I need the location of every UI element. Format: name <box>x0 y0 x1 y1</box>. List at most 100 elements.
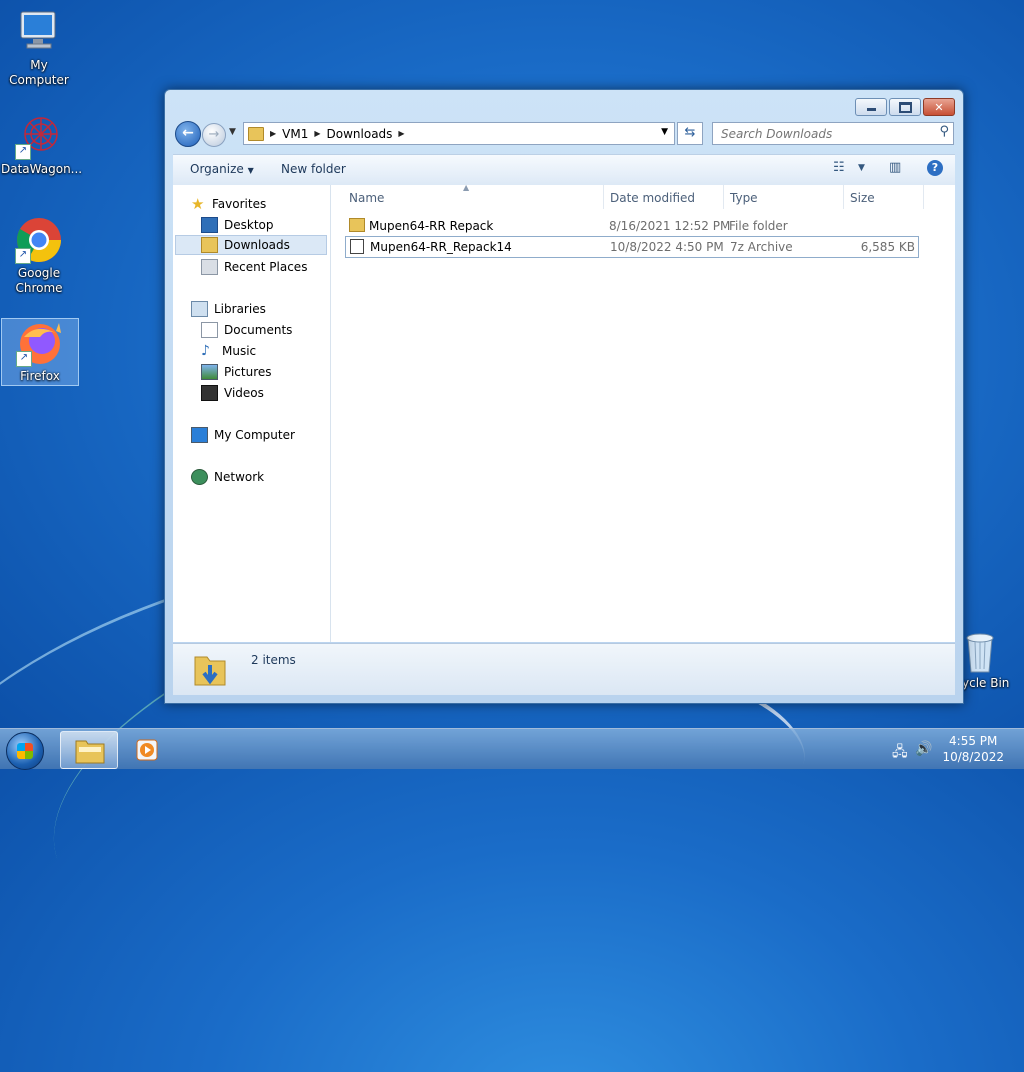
address-bar[interactable]: ▶ VM1 ▶ Downloads ▶ ▼ <box>243 122 675 145</box>
view-options-icon[interactable]: ☷ <box>833 160 845 175</box>
close-button[interactable]: ✕ <box>923 98 955 116</box>
taskbar-media-player-button[interactable] <box>124 731 170 767</box>
start-button[interactable] <box>6 732 44 770</box>
nav-recent-places[interactable]: Recent Places <box>201 257 307 277</box>
chrome-icon: ↗ <box>15 216 63 264</box>
shortcut-arrow-icon: ↗ <box>15 248 31 264</box>
nav-favorites[interactable]: ★ Favorites <box>191 194 266 214</box>
column-header-size[interactable]: Size <box>850 191 875 205</box>
libraries-icon <box>191 301 208 317</box>
firefox-icon: ↗ <box>16 319 64 367</box>
nav-label: Pictures <box>224 365 272 379</box>
nav-label: Documents <box>224 323 293 337</box>
details-pane: 2 items <box>173 643 955 695</box>
taskbar: 🖧 🔊 4:55 PM 10/8/2022 <box>0 728 1024 770</box>
clock[interactable]: 4:55 PM 10/8/2022 <box>942 733 1004 765</box>
star-icon: ★ <box>191 195 205 213</box>
taskbar-explorer-button[interactable] <box>60 731 118 769</box>
nav-downloads[interactable]: Downloads <box>175 235 327 255</box>
search-box[interactable]: ⚲ <box>712 122 954 145</box>
file-row[interactable]: Mupen64-RR_Repack14 10/8/2022 4:50 PM 7z… <box>345 236 919 258</box>
column-divider[interactable] <box>843 185 844 209</box>
navigation-pane: ★ Favorites Desktop Downloads Recent Plac… <box>173 185 331 642</box>
breadcrumb-downloads[interactable]: Downloads <box>327 127 393 141</box>
desktop-icon-label: ycle Bin <box>962 676 1010 690</box>
desktop-icon-label: My Computer <box>9 58 69 87</box>
computer-icon <box>15 8 63 56</box>
organize-button[interactable]: Organize ▼ <box>190 162 254 176</box>
maximize-button[interactable] <box>889 98 921 116</box>
sort-ascending-icon: ▲ <box>463 183 470 192</box>
file-type: 7z Archive <box>730 240 793 254</box>
maximize-icon <box>898 101 912 113</box>
desktop-icon-datawagon[interactable]: ↗ DataWagon... <box>1 112 83 177</box>
nav-desktop[interactable]: Desktop <box>201 215 274 235</box>
explorer-window[interactable]: ✕ ← → ▼ ▶ VM1 ▶ Downloads ▶ ▼ ⇆ ⚲ Organi… <box>164 89 964 704</box>
computer-icon <box>191 427 208 443</box>
nav-pictures[interactable]: Pictures <box>201 362 272 382</box>
desktop-icon-firefox[interactable]: ↗ Firefox <box>1 318 79 386</box>
file-name: Mupen64-RR Repack <box>369 219 494 233</box>
nav-label: Desktop <box>224 218 274 232</box>
search-input[interactable] <box>719 126 923 142</box>
documents-icon <box>201 322 218 338</box>
datawagon-icon: ↗ <box>15 112 63 160</box>
desktop-icon-google-chrome[interactable]: ↗ Google Chrome <box>1 216 77 296</box>
media-player-icon <box>136 739 158 761</box>
nav-videos[interactable]: Videos <box>201 383 264 403</box>
desktop-icon-label: Firefox <box>20 369 60 383</box>
desktop-icon-label: Google Chrome <box>15 266 63 295</box>
back-button[interactable]: ← <box>175 121 201 147</box>
breadcrumb-chevron-icon[interactable]: ▶ <box>398 129 404 138</box>
column-divider[interactable] <box>723 185 724 209</box>
nav-my-computer[interactable]: My Computer <box>191 425 295 445</box>
recent-pages-dropdown[interactable]: ▼ <box>229 127 236 137</box>
forward-arrow-icon: → <box>208 127 220 142</box>
breadcrumb-vm1[interactable]: VM1 <box>282 127 308 141</box>
column-divider[interactable] <box>923 185 924 209</box>
folder-icon <box>349 218 365 232</box>
folder-icon <box>248 126 264 141</box>
nav-documents[interactable]: Documents <box>201 320 292 340</box>
nav-libraries[interactable]: Libraries <box>191 299 266 319</box>
nav-label: Network <box>214 470 265 484</box>
preview-pane-icon[interactable]: ▥ <box>889 160 901 175</box>
address-row: ← → ▼ ▶ VM1 ▶ Downloads ▶ ▼ ⇆ ⚲ <box>173 121 955 147</box>
file-date: 8/16/2021 12:52 PM <box>609 219 731 233</box>
nav-label: Music <box>222 344 257 358</box>
help-icon[interactable]: ? <box>927 160 943 176</box>
file-row[interactable]: Mupen64-RR Repack 8/16/2021 12:52 PM Fil… <box>345 216 919 236</box>
breadcrumb-chevron-icon[interactable]: ▶ <box>270 129 276 138</box>
nav-network[interactable]: Network <box>191 467 264 487</box>
clock-time: 4:55 PM <box>949 734 998 748</box>
desktop-icon-label: DataWagon... <box>1 162 83 176</box>
new-folder-button[interactable]: New folder <box>281 162 346 176</box>
recycle-bin-icon <box>962 630 998 674</box>
column-header-name[interactable]: Name <box>349 191 384 205</box>
shortcut-arrow-icon: ↗ <box>15 144 31 160</box>
minimize-button[interactable] <box>855 98 887 116</box>
nav-label: Favorites <box>212 197 267 211</box>
windows-logo-icon <box>17 743 33 759</box>
refresh-button[interactable]: ⇆ <box>677 122 703 145</box>
nav-label: Videos <box>224 386 264 400</box>
search-icon[interactable]: ⚲ <box>939 124 949 139</box>
column-divider[interactable] <box>603 185 604 209</box>
recent-places-icon <box>201 259 218 275</box>
volume-icon[interactable]: 🔊 <box>915 741 932 757</box>
desktop-icon-my-computer[interactable]: My Computer <box>1 8 77 88</box>
nav-music[interactable]: ♪ Music <box>201 341 256 361</box>
address-dropdown-icon[interactable]: ▼ <box>661 127 668 137</box>
column-header-date-modified[interactable]: Date modified <box>610 191 695 205</box>
item-count: 2 items <box>251 653 296 667</box>
nav-label: Recent Places <box>224 260 308 274</box>
clock-date: 10/8/2022 <box>942 750 1004 764</box>
file-list[interactable]: ▲ Name Date modified Type Size Mupen64-R… <box>331 183 955 642</box>
view-dropdown-icon[interactable]: ▼ <box>858 163 865 173</box>
breadcrumb-chevron-icon[interactable]: ▶ <box>314 129 320 138</box>
column-header-type[interactable]: Type <box>730 191 758 205</box>
file-type: File folder <box>729 219 788 233</box>
network-tray-icon[interactable]: 🖧 <box>892 741 908 765</box>
close-icon: ✕ <box>934 100 944 114</box>
forward-button[interactable]: → <box>202 123 226 147</box>
